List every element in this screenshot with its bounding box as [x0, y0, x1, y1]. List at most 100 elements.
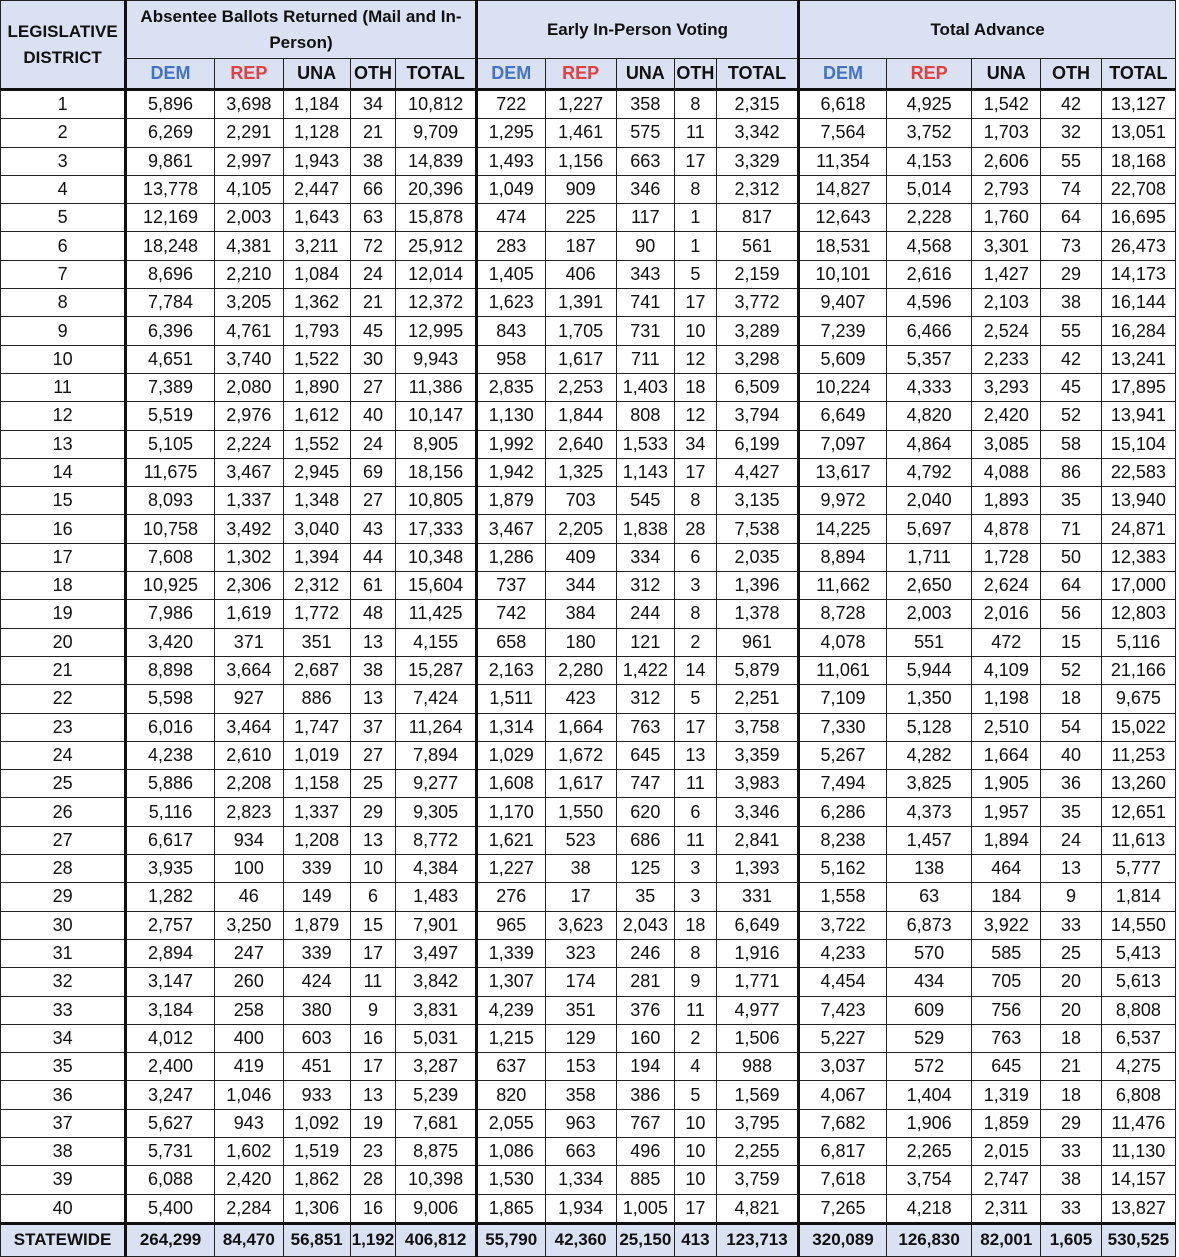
value-cell: 3,467 [475, 514, 546, 544]
value-cell: 11,386 [395, 372, 478, 403]
value-cell: 13 [349, 825, 397, 856]
value-cell: 2,757 [125, 910, 215, 940]
value-cell: 343 [615, 259, 676, 290]
value-cell: 8,728 [798, 599, 887, 629]
district-cell: 27 [0, 825, 128, 856]
value-cell: 4,238 [125, 740, 215, 771]
value-cell: 13,827 [1100, 1193, 1177, 1224]
value-cell: 1,533 [615, 429, 676, 459]
district-cell: 21 [0, 655, 128, 686]
value-cell: 1,608 [475, 769, 546, 799]
value-cell: 4,105 [213, 174, 284, 205]
value-cell: 5,697 [885, 514, 973, 544]
district-cell: 15 [0, 486, 128, 516]
value-cell: 545 [615, 486, 676, 516]
value-cell: 3,301 [971, 231, 1042, 261]
value-cell: 386 [615, 1080, 676, 1110]
value-cell: 2,265 [885, 1136, 973, 1167]
value-cell: 1,942 [475, 457, 546, 488]
table-row: 1 5,896 3,698 1,184 34 10,812 722 1,227 358 8 2,31… [0, 87, 1177, 120]
value-cell: 2,616 [885, 259, 973, 290]
early-oth-header: OTH [674, 58, 717, 90]
value-cell: 2,208 [213, 769, 284, 799]
value-cell: 1,542 [971, 87, 1042, 120]
value-cell: 16,695 [1100, 203, 1177, 233]
value-cell: 8,093 [125, 486, 215, 516]
value-cell: 42 [1040, 87, 1102, 120]
value-cell: 1,029 [475, 740, 546, 771]
value-cell: 12,643 [798, 203, 887, 233]
value-cell: 1,337 [213, 486, 284, 516]
value-cell: 4,275 [1100, 1052, 1177, 1082]
value-cell: 9,972 [798, 486, 887, 516]
value-cell: 100 [213, 854, 284, 884]
value-cell: 2,315 [715, 87, 801, 120]
table-row: 35 2,400 419 451 17 3,287 637 153 194 4 988 3,037 57… [0, 1052, 1177, 1082]
value-cell: 5,598 [125, 684, 215, 714]
value-cell: 1,215 [475, 1023, 546, 1054]
value-cell: 5,731 [125, 1136, 215, 1167]
value-cell: 1,672 [544, 740, 617, 771]
table-row: 39 6,088 2,420 1,862 28 10,398 1,530 1,334 885 10… [0, 1165, 1177, 1195]
value-cell: 17 [349, 1052, 397, 1082]
value-cell: 153 [544, 1052, 617, 1082]
value-cell: 6,269 [125, 118, 215, 148]
value-cell: 15,104 [1100, 429, 1177, 459]
value-cell: 2,233 [971, 344, 1042, 374]
value-cell: 35 [615, 882, 676, 912]
value-cell: 4,218 [885, 1193, 973, 1224]
value-cell: 3,289 [715, 316, 801, 346]
value-cell: 72 [349, 231, 397, 261]
value-cell: 7,097 [798, 429, 887, 459]
value-cell: 933 [282, 1080, 351, 1110]
value-cell: 125 [615, 854, 676, 884]
value-cell: 339 [282, 854, 351, 884]
value-cell: 1,623 [475, 288, 546, 318]
district-cell: 7 [0, 259, 128, 290]
value-cell: 11,264 [395, 712, 478, 742]
value-cell: 16 [349, 1193, 397, 1224]
value-cell: 3,842 [395, 967, 478, 997]
value-cell: 474 [475, 203, 546, 233]
value-cell: 9,277 [395, 769, 478, 799]
value-cell: 55 [1040, 146, 1102, 176]
value-cell: 13 [1040, 854, 1102, 884]
value-cell: 2,080 [213, 372, 284, 403]
value-cell: 24 [349, 259, 397, 290]
value-cell: 20 [1040, 967, 1102, 997]
value-cell: 2,003 [885, 599, 973, 629]
value-cell: 12 [674, 344, 717, 374]
value-cell: 351 [282, 627, 351, 657]
value-cell: 63 [885, 882, 973, 912]
value-cell: 3,250 [213, 910, 284, 940]
value-cell: 18,248 [125, 231, 215, 261]
value-cell: 334 [615, 542, 676, 573]
district-cell: 18 [0, 571, 128, 601]
district-cell: 37 [0, 1108, 128, 1138]
value-cell: 8,898 [125, 655, 215, 686]
value-cell: 2,945 [282, 457, 351, 488]
value-cell: 15,604 [395, 571, 478, 601]
value-cell: 2,447 [282, 174, 351, 205]
value-cell: 3,698 [213, 87, 284, 120]
table-row: 18 10,925 2,306 2,312 61 15,604 737 344 312 3 1,39… [0, 571, 1177, 601]
value-cell: 645 [971, 1052, 1042, 1082]
value-cell: 1,506 [715, 1023, 801, 1054]
value-cell: 52 [1040, 655, 1102, 686]
value-cell: 3,085 [971, 429, 1042, 459]
value-cell: 767 [615, 1108, 676, 1138]
value-cell: 40 [1040, 740, 1102, 771]
value-cell: 529 [885, 1023, 973, 1054]
table-row: 29 1,282 46 149 6 1,483 276 17 35 3 331 1,558 63 184 9… [0, 882, 1177, 912]
value-cell: 90 [615, 231, 676, 261]
value-cell: 4,012 [125, 1023, 215, 1054]
value-cell: 1,198 [971, 684, 1042, 714]
value-cell: 9,006 [395, 1193, 478, 1224]
district-cell: 31 [0, 938, 128, 969]
value-cell: 1,934 [544, 1193, 617, 1224]
value-cell: 1,319 [971, 1080, 1042, 1110]
value-cell: 312 [615, 684, 676, 714]
value-cell: 7,494 [798, 769, 887, 799]
value-cell: 25 [349, 769, 397, 799]
value-cell: 264,299 [125, 1221, 215, 1257]
